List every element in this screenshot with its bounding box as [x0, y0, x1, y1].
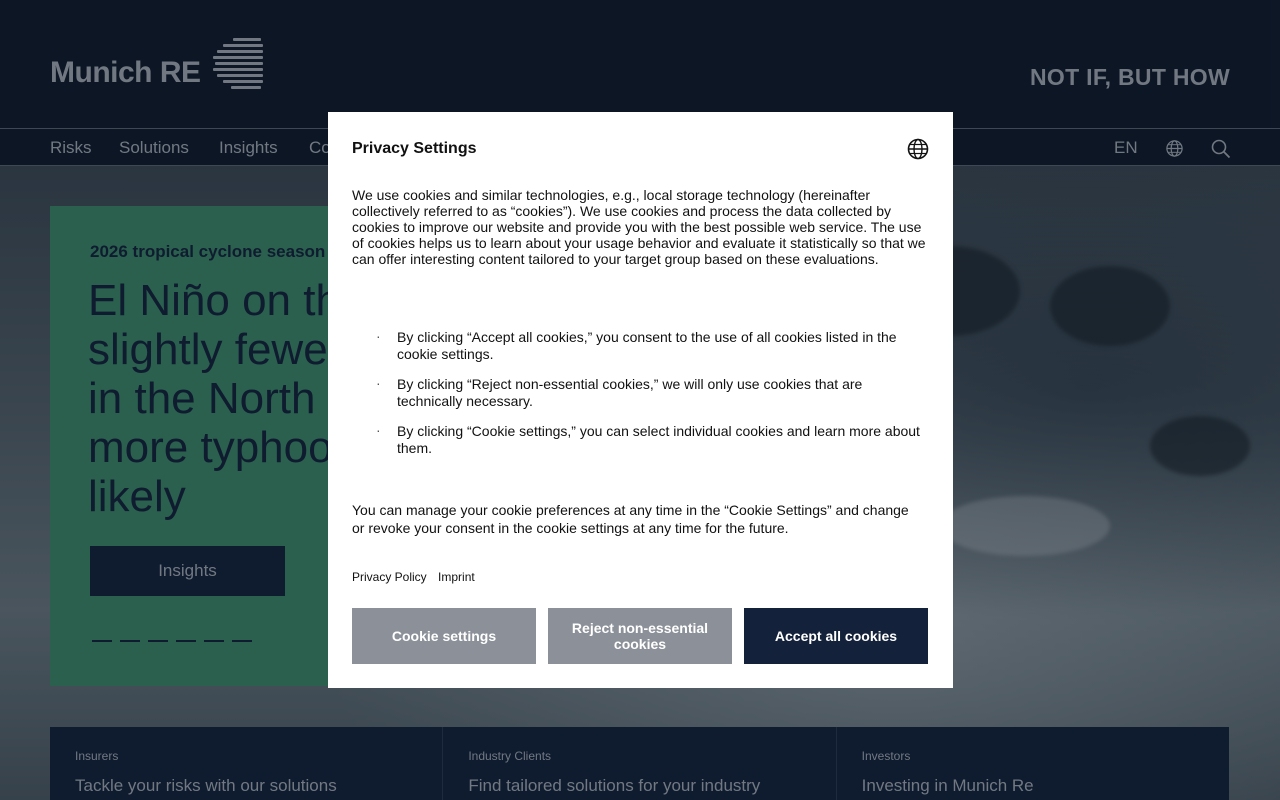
- reject-non-essential-button[interactable]: Reject non-essential cookies: [548, 608, 732, 664]
- list-item: By clicking “Cookie settings,” you can s…: [376, 422, 926, 457]
- dialog-title: Privacy Settings: [352, 140, 477, 157]
- accept-all-cookies-button[interactable]: Accept all cookies: [744, 608, 928, 664]
- dialog-links: Privacy Policy Imprint: [352, 570, 483, 584]
- dialog-intro-text: We use cookies and similar technologies,…: [352, 187, 926, 267]
- manage-preferences-text: You can manage your cookie preferences a…: [352, 502, 909, 536]
- globe-icon[interactable]: [907, 138, 929, 160]
- privacy-policy-link[interactable]: Privacy Policy: [352, 570, 427, 584]
- list-item: By clicking “Reject non-essential cookie…: [376, 375, 926, 410]
- consent-options-list: By clicking “Accept all cookies,” you co…: [376, 328, 926, 470]
- cookie-settings-button[interactable]: Cookie settings: [352, 608, 536, 664]
- privacy-settings-dialog: Privacy Settings We use cookies and simi…: [328, 112, 953, 688]
- imprint-link[interactable]: Imprint: [438, 570, 475, 584]
- list-item: By clicking “Accept all cookies,” you co…: [376, 328, 926, 363]
